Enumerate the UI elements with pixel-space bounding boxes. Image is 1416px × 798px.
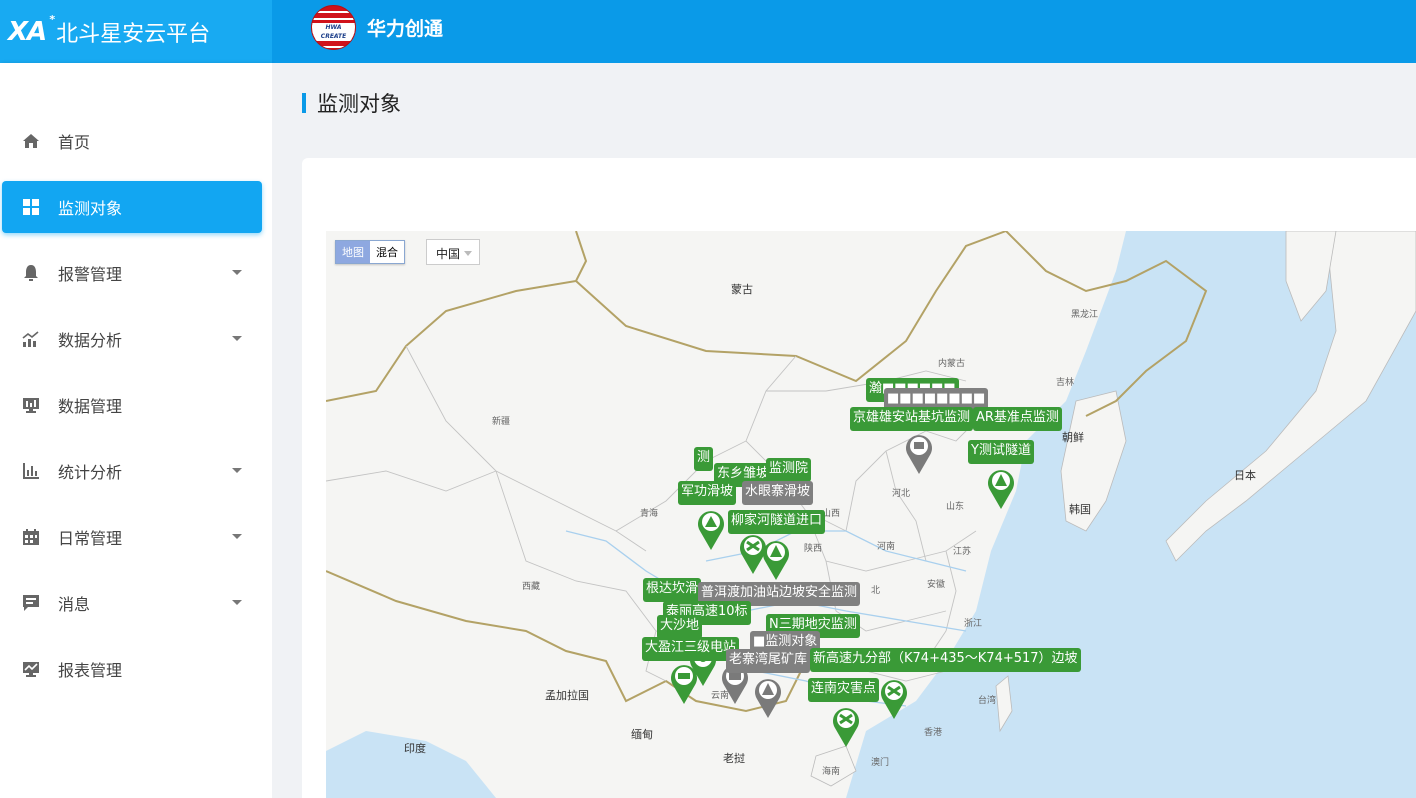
map-label: 山东 <box>946 502 965 512</box>
marker-label[interactable]: 根达坎滑 <box>643 578 702 602</box>
marker-pin[interactable] <box>985 466 1017 510</box>
brand[interactable]: XA * 北斗星安云平台 <box>0 0 272 63</box>
marker-label[interactable]: 监测院 <box>766 458 812 482</box>
marker-label[interactable]: AR基准点监测 <box>973 407 1062 431</box>
map-label: 朝鲜 <box>1062 431 1084 444</box>
map-label: 吉林 <box>1056 378 1075 388</box>
map-label: 河北 <box>892 489 911 499</box>
trend-chart-icon <box>22 330 40 348</box>
sidebar-item-label: 消息 <box>58 595 91 614</box>
sidebar-item-data-analysis[interactable]: 数据分析 <box>0 313 272 365</box>
map-label: 老挝 <box>723 752 745 765</box>
top-header: XA * 北斗星安云平台 HWA CREATE 华力创通 <box>0 0 1416 63</box>
map-label: 新疆 <box>492 417 511 427</box>
map-label: 澳门 <box>871 758 890 768</box>
map-label: 浙江 <box>964 619 983 629</box>
sidebar-item-label: 统计分析 <box>58 463 123 482</box>
sidebar-item-data-management[interactable]: 数据管理 <box>0 379 272 431</box>
map-type-hybrid-button[interactable]: 混合 <box>370 241 404 263</box>
marker-label[interactable]: 大沙地 <box>657 615 703 639</box>
marker-label[interactable]: Y测试隧道 <box>968 440 1034 464</box>
marker-label[interactable]: 水眼寨滑坡 <box>742 481 814 505</box>
map-label: 韩国 <box>1069 503 1091 516</box>
page-title: 监测对象 <box>317 92 401 116</box>
map-label: 安徽 <box>927 580 946 590</box>
map-label: 江苏 <box>953 547 972 557</box>
main-content: 监测对象 地图 混合 中国 蒙古 新疆 青海 西藏 内蒙古 黑龙江 吉林 朝鲜 … <box>272 63 1416 798</box>
sidebar-item-label: 报表管理 <box>58 661 123 680</box>
sidebar-item-label: 首页 <box>58 133 91 152</box>
sidebar-item-home[interactable]: 首页 <box>0 115 272 167</box>
sidebar-item-label: 日常管理 <box>58 529 123 548</box>
sidebar-item-statistics[interactable]: 统计分析 <box>0 445 272 497</box>
map-label: 孟加拉国 <box>545 689 589 702</box>
map-label: 西藏 <box>522 582 541 592</box>
marker-pin[interactable] <box>878 676 910 720</box>
monitor-icon <box>22 396 40 414</box>
map-type-map-button[interactable]: 地图 <box>336 241 370 263</box>
map-base <box>326 231 1416 798</box>
map-label: 陕西 <box>804 544 823 554</box>
sidebar-item-reports[interactable]: 报表管理 <box>0 643 272 695</box>
map-label: 青海 <box>640 509 659 519</box>
map-label: 印度 <box>404 742 426 755</box>
map-label: 蒙古 <box>731 283 753 296</box>
marker-label[interactable]: 新高速九分部（K74+435～K74+517）边坡 <box>810 648 1081 672</box>
partner-name: 华力创通 <box>367 18 444 40</box>
marker-label[interactable]: 连南灾害点 <box>808 678 880 702</box>
report-icon <box>22 660 40 678</box>
marker-pin[interactable] <box>903 431 935 475</box>
logo: XA * <box>8 12 55 47</box>
chevron-down-icon <box>232 468 242 473</box>
marker-label[interactable]: 测 <box>694 447 714 471</box>
sidebar-item-label: 数据分析 <box>58 331 123 350</box>
map-label: 香港 <box>924 728 943 738</box>
marker-pin[interactable] <box>752 675 784 719</box>
page-title-bar: 监测对象 <box>302 88 401 118</box>
marker-label[interactable]: 大盈江三级电站 <box>642 637 740 661</box>
title-accent <box>302 93 306 113</box>
sidebar-item-label: 监测对象 <box>58 199 123 218</box>
sidebar-item-messages[interactable]: 消息 <box>0 577 272 629</box>
message-icon <box>22 594 40 612</box>
sidebar-menu: 首页 监测对象 报警管理 数据分析 数据管理 统计分析 日常管理 消息 报表管理 <box>0 115 272 709</box>
chevron-down-icon <box>232 270 242 275</box>
marker-label[interactable]: 老寨湾尾矿库 <box>726 649 811 673</box>
map-view[interactable]: 地图 混合 中国 蒙古 新疆 青海 西藏 内蒙古 黑龙江 吉林 朝鲜 韩国 日本… <box>326 231 1416 798</box>
sidebar-item-monitor-objects[interactable]: 监测对象 <box>2 181 262 233</box>
calendar-icon <box>22 528 40 546</box>
map-label: 台湾 <box>978 696 997 706</box>
bar-chart-icon <box>22 462 40 480</box>
sidebar-item-daily[interactable]: 日常管理 <box>0 511 272 563</box>
app-title: 北斗星安云平台 <box>56 21 211 47</box>
map-label: 河南 <box>877 542 896 552</box>
marker-pin[interactable] <box>695 507 727 551</box>
region-select[interactable]: 中国 <box>426 239 480 265</box>
partner-logo: HWA CREATE 华力创通 <box>311 5 443 50</box>
chevron-down-icon <box>232 600 242 605</box>
marker-label[interactable]: 京雄雄安站基坑监测 <box>850 407 974 431</box>
map-label: 日本 <box>1234 469 1256 482</box>
chevron-down-icon <box>232 336 242 341</box>
marker-pin[interactable] <box>760 537 792 581</box>
map-label: 北 <box>871 586 881 596</box>
map-type-toggle[interactable]: 地图 混合 <box>335 240 405 264</box>
marker-pin[interactable] <box>830 704 862 748</box>
map-label: 内蒙古 <box>938 359 966 369</box>
map-label: 海南 <box>822 767 841 777</box>
map-label: 缅甸 <box>631 728 653 741</box>
sidebar-item-label: 数据管理 <box>58 397 123 416</box>
chevron-down-icon <box>232 534 242 539</box>
marker-label[interactable]: 军功滑坡 <box>678 481 737 505</box>
bell-icon <box>22 264 40 282</box>
map-label: 黑龙江 <box>1071 310 1099 320</box>
partner-badge-icon: HWA CREATE <box>311 5 356 50</box>
grid-icon <box>22 198 40 216</box>
home-icon <box>22 132 40 150</box>
sidebar: 首页 监测对象 报警管理 数据分析 数据管理 统计分析 日常管理 消息 报表管理 <box>0 63 272 798</box>
sidebar-item-alarm[interactable]: 报警管理 <box>0 247 272 299</box>
sidebar-item-label: 报警管理 <box>58 265 123 284</box>
marker-label[interactable]: 柳家河隧道进口 <box>728 510 826 534</box>
